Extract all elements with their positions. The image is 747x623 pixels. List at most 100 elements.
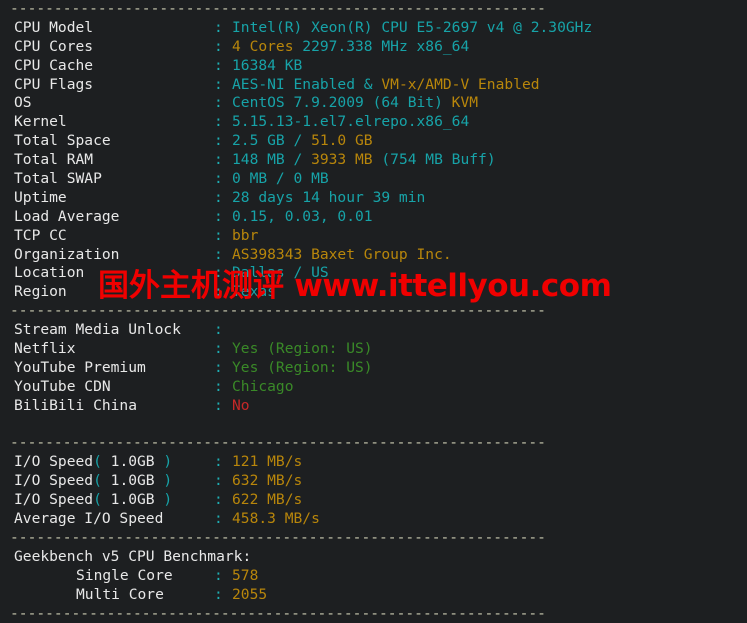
- label-youtube-premium: YouTube Premium: [14, 359, 214, 378]
- io-prefix: I/O Speed: [14, 453, 93, 470]
- value-total-swap: 0 MB / 0 MB: [232, 170, 329, 187]
- label-netflix: Netflix: [14, 340, 214, 359]
- label-total-space: Total Space: [14, 132, 214, 151]
- value-netflix: Yes (Region: US): [232, 340, 373, 357]
- io-size: 1.0GB: [111, 472, 155, 489]
- label-stream-media-unlock: Stream Media Unlock: [14, 321, 214, 340]
- colon: :: [214, 321, 232, 340]
- colon: :: [214, 359, 232, 378]
- label-io-speed-1: I/O Speed( 1.0GB ): [14, 453, 214, 472]
- io-paren-close: ): [155, 453, 173, 470]
- value-ram-total: 3933 MB: [311, 151, 373, 168]
- row-load-average: Load Average:0.15, 0.03, 0.01: [0, 208, 747, 227]
- value-youtube-cdn: Chicago: [232, 378, 294, 395]
- row-youtube-cdn: YouTube CDN:Chicago: [0, 378, 747, 397]
- value-load-average: 0.15, 0.03, 0.01: [232, 208, 373, 225]
- row-kernel: Kernel:5.15.13-1.el7.elrepo.x86_64: [0, 113, 747, 132]
- separator-geekbench: ----------------------------------------…: [0, 529, 747, 548]
- label-uptime: Uptime: [14, 189, 214, 208]
- value-io-speed-2: 632 MB/s: [232, 472, 302, 489]
- colon: :: [214, 246, 232, 265]
- separator-top: ----------------------------------------…: [0, 0, 747, 19]
- separator-io: ----------------------------------------…: [0, 434, 747, 453]
- colon: :: [214, 76, 232, 95]
- io-prefix: I/O Speed: [14, 472, 93, 489]
- colon: :: [214, 378, 232, 397]
- label-cpu-model: CPU Model: [14, 19, 214, 38]
- label-geekbench-title: Geekbench v5 CPU Benchmark:: [14, 548, 251, 565]
- row-geekbench-single: Single Core:578: [0, 567, 747, 586]
- io-size: 1.0GB: [111, 491, 155, 508]
- value-single-core: 578: [232, 567, 258, 584]
- row-io-speed-3: I/O Speed( 1.0GB ):622 MB/s: [0, 491, 747, 510]
- value-location: Dallas / US: [232, 264, 329, 281]
- row-total-space: Total Space:2.5 GB / 51.0 GB: [0, 132, 747, 151]
- io-size: 1.0GB: [111, 453, 155, 470]
- colon: :: [214, 510, 232, 529]
- separator-stream: ----------------------------------------…: [0, 302, 747, 321]
- label-region: Region: [14, 283, 214, 302]
- value-vmx: VM-x/AMD-V Enabled: [381, 76, 539, 93]
- row-total-ram: Total RAM:148 MB / 3933 MB (754 MB Buff): [0, 151, 747, 170]
- colon: :: [214, 340, 232, 359]
- colon: :: [214, 57, 232, 76]
- label-single-core: Single Core: [14, 567, 214, 586]
- label-io-speed-3: I/O Speed( 1.0GB ): [14, 491, 214, 510]
- value-io-speed-3: 622 MB/s: [232, 491, 302, 508]
- value-aes-ni: AES-NI Enabled &: [232, 76, 381, 93]
- colon: :: [214, 586, 232, 605]
- row-geekbench-title: Geekbench v5 CPU Benchmark:: [0, 548, 747, 567]
- io-paren-open: (: [93, 453, 111, 470]
- row-cpu-model: CPU Model:Intel(R) Xeon(R) CPU E5-2697 v…: [0, 19, 747, 38]
- colon: :: [214, 189, 232, 208]
- label-io-speed-average: Average I/O Speed: [14, 510, 214, 529]
- value-tcp-cc: bbr: [232, 227, 258, 244]
- io-paren-open: (: [93, 491, 111, 508]
- io-paren-close: ): [155, 491, 173, 508]
- row-tcp-cc: TCP CC:bbr: [0, 227, 747, 246]
- value-kernel: 5.15.13-1.el7.elrepo.x86_64: [232, 113, 469, 130]
- row-io-speed-average: Average I/O Speed:458.3 MB/s: [0, 510, 747, 529]
- value-os-name: CentOS 7.9.2009 (64 Bit): [232, 94, 452, 111]
- colon: :: [214, 19, 232, 38]
- row-cpu-cache: CPU Cache:16384 KB: [0, 57, 747, 76]
- value-io-speed-1: 121 MB/s: [232, 453, 302, 470]
- value-youtube-premium: Yes (Region: US): [232, 359, 373, 376]
- label-bilibili-china: BiliBili China: [14, 397, 214, 416]
- row-stream-header: Stream Media Unlock:: [0, 321, 747, 340]
- value-organization: AS398343 Baxet Group Inc.: [232, 246, 452, 263]
- colon: :: [214, 208, 232, 227]
- row-uptime: Uptime:28 days 14 hour 39 min: [0, 189, 747, 208]
- terminal-output: . . . . . ------------------------------…: [0, 0, 747, 623]
- colon: :: [214, 283, 232, 302]
- colon: :: [214, 491, 232, 510]
- row-io-speed-1: I/O Speed( 1.0GB ):121 MB/s: [0, 453, 747, 472]
- colon: :: [214, 132, 232, 151]
- label-os: OS: [14, 94, 214, 113]
- colon: :: [214, 38, 232, 57]
- label-youtube-cdn: YouTube CDN: [14, 378, 214, 397]
- separator-bottom: ----------------------------------------…: [0, 605, 747, 623]
- value-cpu-model: Intel(R) Xeon(R) CPU E5-2697 v4 @ 2.30GH…: [232, 19, 592, 36]
- colon: :: [214, 397, 232, 416]
- label-organization: Organization: [14, 246, 214, 265]
- value-io-speed-average: 458.3 MB/s: [232, 510, 320, 527]
- colon: :: [214, 151, 232, 170]
- row-cpu-cores: CPU Cores:4 Cores 2297.338 MHz x86_64: [0, 38, 747, 57]
- colon: :: [214, 264, 232, 283]
- label-total-swap: Total SWAP: [14, 170, 214, 189]
- label-total-ram: Total RAM: [14, 151, 214, 170]
- label-kernel: Kernel: [14, 113, 214, 132]
- row-cpu-flags: CPU Flags:AES-NI Enabled & VM-x/AMD-V En…: [0, 76, 747, 95]
- row-bilibili: BiliBili China:No: [0, 397, 747, 416]
- label-multi-core: Multi Core: [14, 586, 214, 605]
- value-virtualization: KVM: [452, 94, 478, 111]
- row-geekbench-multi: Multi Core:2055: [0, 586, 747, 605]
- row-organization: Organization:AS398343 Baxet Group Inc.: [0, 246, 747, 265]
- value-uptime: 28 days 14 hour 39 min: [232, 189, 425, 206]
- colon: :: [214, 453, 232, 472]
- row-region: Region:Texas: [0, 283, 747, 302]
- label-cpu-cores: CPU Cores: [14, 38, 214, 57]
- row-netflix: Netflix:Yes (Region: US): [0, 340, 747, 359]
- colon: :: [214, 170, 232, 189]
